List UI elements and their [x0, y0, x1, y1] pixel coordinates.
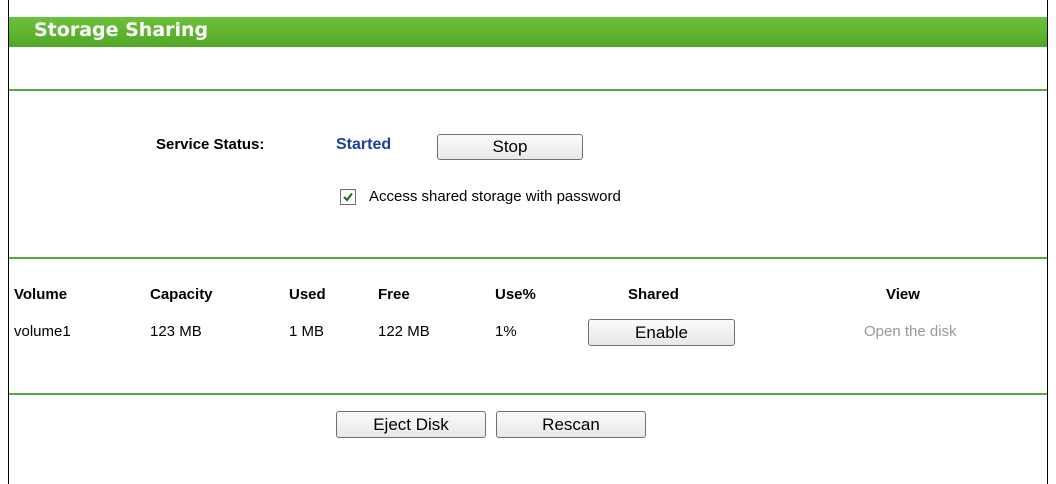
col-header-shared: Shared	[628, 286, 679, 303]
divider-bottom	[9, 393, 1047, 395]
col-header-capacity: Capacity	[150, 286, 213, 303]
divider-top	[9, 89, 1047, 91]
col-header-usepct: Use%	[495, 286, 536, 303]
divider-middle	[9, 257, 1047, 259]
eject-disk-button[interactable]: Eject Disk	[336, 411, 486, 438]
service-status-value: Started	[336, 136, 392, 153]
title-bar: Storage Sharing	[9, 17, 1047, 47]
checkmark-icon	[343, 192, 353, 202]
open-disk-link[interactable]: Open the disk	[864, 323, 957, 340]
enable-sharing-button[interactable]: Enable	[588, 319, 735, 346]
col-header-used: Used	[289, 286, 326, 303]
stop-button[interactable]: Stop	[437, 134, 583, 160]
rescan-button[interactable]: Rescan	[496, 411, 646, 438]
password-checkbox-label: Access shared storage with password	[369, 188, 621, 205]
col-header-volume: Volume	[14, 286, 68, 303]
col-header-free: Free	[378, 286, 410, 303]
page-title: Storage Sharing	[34, 19, 209, 41]
cell-volume: volume1	[14, 323, 71, 340]
cell-used: 1 MB	[289, 323, 325, 340]
password-checkbox[interactable]	[340, 189, 356, 205]
cell-usepct: 1%	[495, 323, 517, 340]
service-status-label: Service Status:	[156, 136, 265, 153]
cell-capacity: 123 MB	[150, 323, 202, 340]
cell-free: 122 MB	[378, 323, 430, 340]
col-header-view: View	[886, 286, 920, 303]
